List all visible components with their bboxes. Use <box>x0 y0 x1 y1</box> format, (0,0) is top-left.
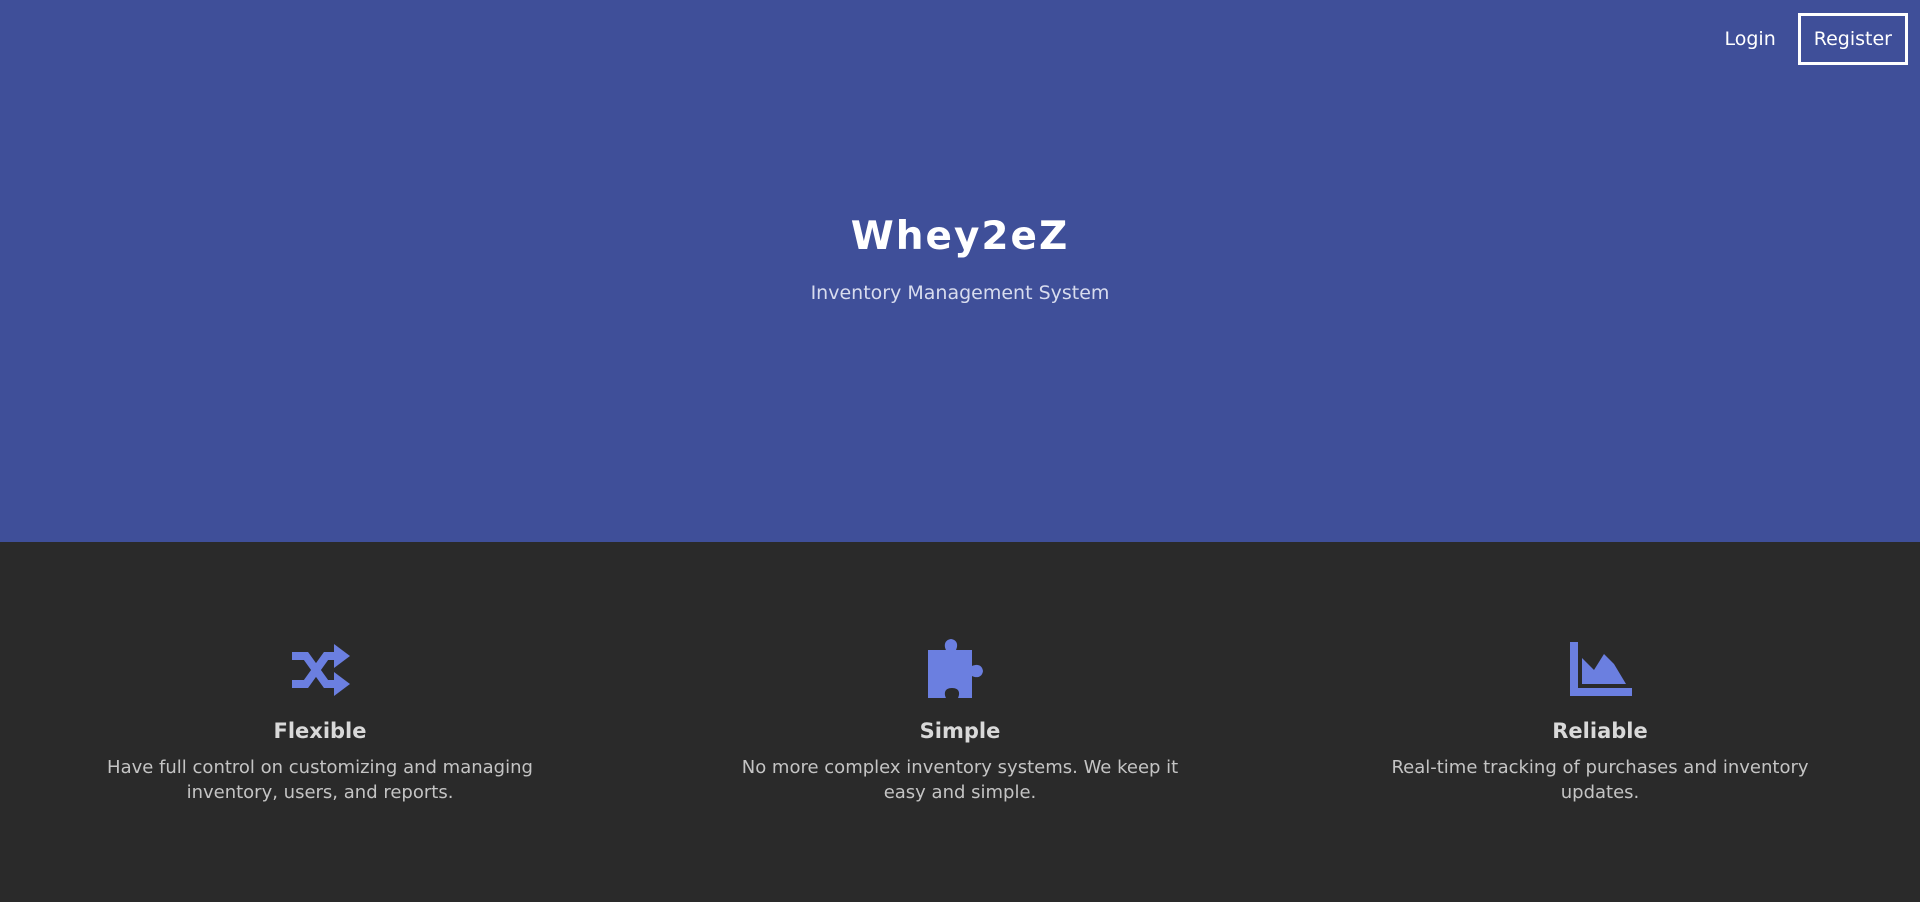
shuffle-icon <box>292 644 350 696</box>
feature-reliable: Reliable Real-time tracking of purchases… <box>1360 636 1840 805</box>
page-title: Whey2eZ <box>850 214 1070 259</box>
feature-text: Real-time tracking of purchases and inve… <box>1391 757 1809 803</box>
register-button[interactable]: Register <box>1797 13 1908 65</box>
feature-title: Simple <box>919 719 1001 743</box>
feature-simple: Simple No more complex inventory systems… <box>720 636 1200 805</box>
feature-flexible: Flexible Have full control on customizin… <box>80 636 560 805</box>
page-subtitle: Inventory Management System <box>810 282 1110 304</box>
top-nav: Login Register <box>1703 13 1908 65</box>
area-chart-icon <box>1570 642 1632 696</box>
feature-text: No more complex inventory systems. We ke… <box>741 757 1179 803</box>
hero-section: Login Register Whey2eZ Inventory Managem… <box>0 0 1920 542</box>
feature-text: Have full control on customizing and man… <box>107 757 533 803</box>
login-link[interactable]: Login <box>1703 13 1798 65</box>
feature-title: Reliable <box>1552 719 1648 743</box>
puzzle-piece-icon <box>928 639 983 698</box>
feature-title: Flexible <box>273 719 367 743</box>
features-section: Flexible Have full control on customizin… <box>0 542 1920 902</box>
